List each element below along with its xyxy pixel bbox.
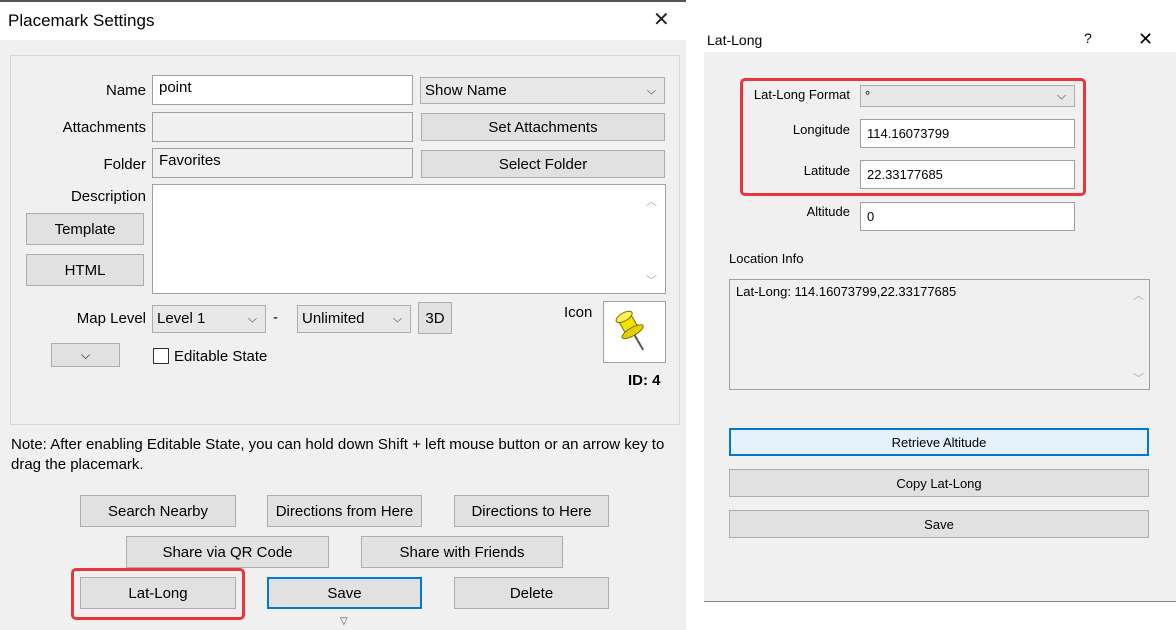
description-label: Description <box>70 188 146 205</box>
scroll-up-icon[interactable]: ︿ <box>646 193 657 209</box>
template-button[interactable]: Template <box>26 213 144 245</box>
editable-state-label: Editable State <box>174 348 268 365</box>
icon-picker-button[interactable] <box>603 301 666 363</box>
attachments-label: Attachments <box>62 119 146 136</box>
editable-state-checkbox[interactable] <box>153 348 169 364</box>
share-with-friends-button[interactable]: Share with Friends <box>361 536 563 568</box>
lat-long-fields-highlight <box>740 78 1086 196</box>
share-qr-code-button[interactable]: Share via QR Code <box>126 536 329 568</box>
altitude-label: Altitude <box>806 204 850 219</box>
lat-long-dialog-title: Lat-Long <box>707 32 763 48</box>
pushpin-icon <box>615 310 644 351</box>
chevron-down-icon: ⌵ <box>392 311 402 326</box>
location-info-textarea[interactable]: Lat-Long: 114.16073799,22.33177685 <box>729 279 1150 390</box>
map-level-label: Map Level <box>76 310 146 327</box>
close-icon[interactable]: ✕ <box>653 10 670 30</box>
name-field[interactable]: point <box>152 75 413 105</box>
show-name-dropdown[interactable]: Show Name ⌵ <box>420 77 665 104</box>
location-info-label: Location Info <box>729 251 804 266</box>
window-bottom-border <box>704 601 1176 602</box>
placemark-dialog-title: Placemark Settings <box>8 11 155 30</box>
attachments-field[interactable] <box>152 112 413 142</box>
select-folder-button[interactable]: Select Folder <box>421 150 665 178</box>
close-icon[interactable]: ✕ <box>1138 30 1153 48</box>
set-attachments-button[interactable]: Set Attachments <box>421 113 665 141</box>
map-level-to-dropdown[interactable]: Unlimited ⌵ <box>297 305 411 333</box>
help-icon[interactable]: ? <box>1084 30 1092 46</box>
map-level-separator: - <box>273 309 278 326</box>
map-level-from-dropdown[interactable]: Level 1 ⌵ <box>152 305 266 333</box>
folder-label: Folder <box>103 156 146 173</box>
folder-field[interactable]: Favorites <box>152 148 413 178</box>
editable-note: Note: After enabling Editable State, you… <box>11 436 665 473</box>
scroll-up-icon[interactable]: ︿ <box>1133 287 1144 303</box>
html-button[interactable]: HTML <box>26 254 144 286</box>
search-nearby-button[interactable]: Search Nearby <box>80 495 236 527</box>
directions-from-here-button[interactable]: Directions from Here <box>267 495 422 527</box>
icon-label: Icon <box>564 304 593 321</box>
name-label: Name <box>105 82 146 99</box>
placemark-id: ID: 4 <box>628 372 661 389</box>
copy-lat-long-button[interactable]: Copy Lat-Long <box>729 469 1149 497</box>
save-button[interactable]: Save <box>267 577 422 609</box>
resize-grip-icon[interactable]: ▽ <box>340 616 348 627</box>
expand-dropdown-button[interactable]: ⌵ <box>51 343 120 367</box>
lat-long-save-button[interactable]: Save <box>729 510 1149 538</box>
delete-button[interactable]: Delete <box>454 577 609 609</box>
show-name-value: Show Name <box>425 82 507 99</box>
3d-button[interactable]: 3D <box>418 302 452 334</box>
description-textarea[interactable] <box>152 184 666 294</box>
scroll-down-icon[interactable]: ﹀ <box>646 272 657 288</box>
chevron-down-icon: ⌵ <box>80 347 91 362</box>
lat-long-title-bar <box>704 12 1176 52</box>
lat-long-highlight <box>71 568 245 620</box>
chevron-down-icon: ⌵ <box>247 311 257 326</box>
map-level-to-value: Unlimited <box>302 310 365 327</box>
retrieve-altitude-button[interactable]: Retrieve Altitude <box>729 428 1149 456</box>
scroll-down-icon[interactable]: ﹀ <box>1133 370 1144 386</box>
map-level-from-value: Level 1 <box>157 310 206 327</box>
directions-to-here-button[interactable]: Directions to Here <box>454 495 609 527</box>
chevron-down-icon: ⌵ <box>646 83 656 97</box>
altitude-field[interactable]: 0 <box>860 202 1075 231</box>
